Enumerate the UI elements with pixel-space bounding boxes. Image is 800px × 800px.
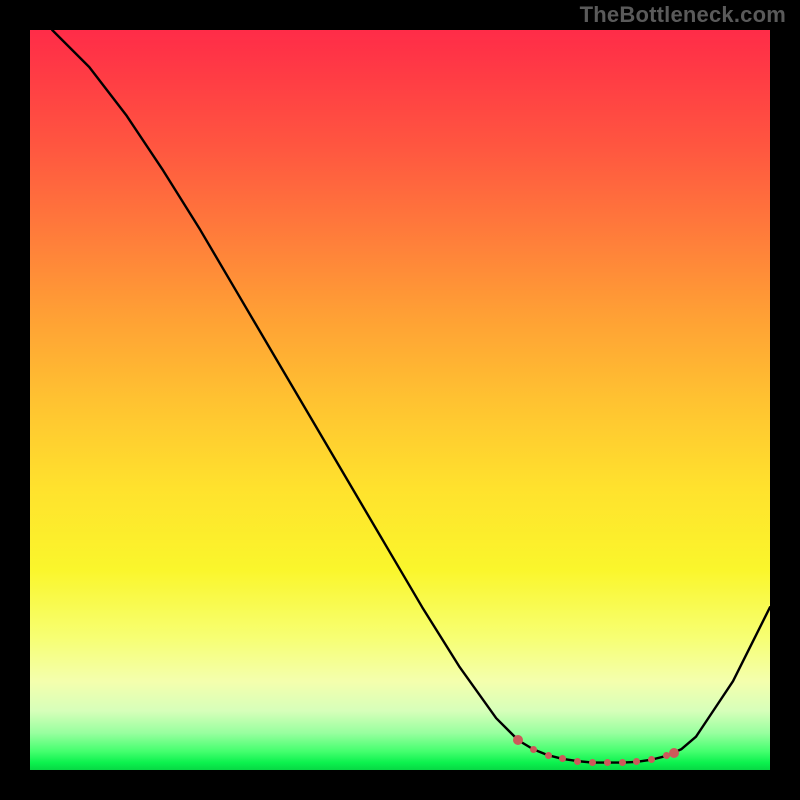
- bottleneck-curve: [30, 30, 770, 770]
- watermark-text: TheBottleneck.com: [580, 2, 786, 28]
- chart-frame: TheBottleneck.com: [0, 0, 800, 800]
- plot-area: [30, 30, 770, 770]
